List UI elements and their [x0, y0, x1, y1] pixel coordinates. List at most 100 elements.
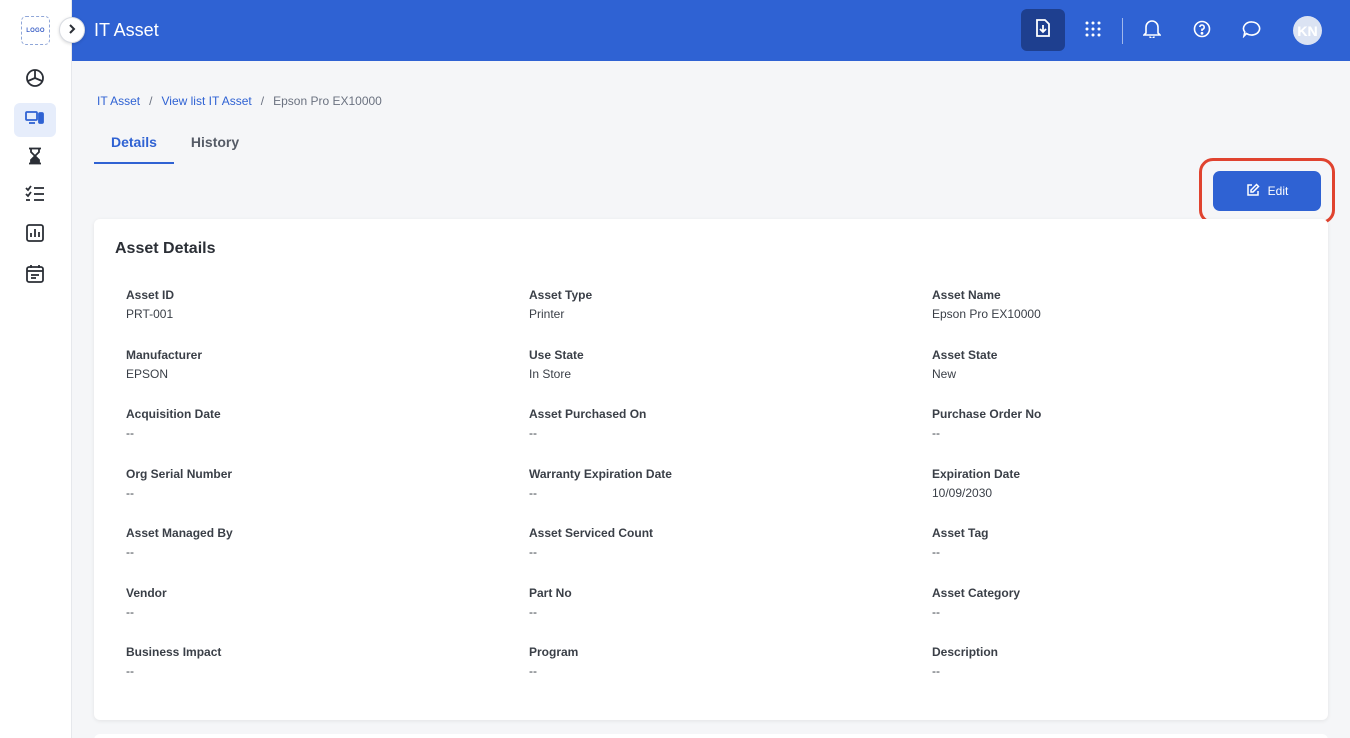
- sidebar-item-assets[interactable]: [14, 103, 56, 137]
- detail-field: Asset State New: [932, 348, 1306, 408]
- field-label: Manufacturer: [126, 347, 203, 362]
- chevron-right-icon: [67, 21, 77, 39]
- field-value: --: [126, 485, 134, 500]
- field-label: Asset Purchased On: [529, 407, 647, 421]
- detail-field: Purchase Order No --: [932, 407, 1306, 467]
- field-label: Asset ID: [126, 288, 175, 302]
- field-label: Part No: [529, 585, 572, 600]
- field-value: 10/09/2030: [932, 485, 993, 500]
- notifications-button[interactable]: [1137, 16, 1167, 46]
- field-value: --: [932, 545, 940, 559]
- asset-details-card: Asset Details Asset ID PRT-001 Asset Type P…: [94, 219, 1328, 720]
- detail-field: Asset Type Printer: [529, 288, 932, 348]
- help-icon: [1193, 20, 1211, 43]
- field-label: Vendor: [126, 585, 167, 600]
- breadcrumb-current: Epson Pro EX10000: [273, 94, 382, 108]
- sidebar-item-reports[interactable]: [14, 218, 56, 252]
- field-value: --: [126, 545, 134, 559]
- detail-field: Use State In Store: [529, 348, 932, 408]
- devices-icon: [25, 109, 45, 132]
- field-value: --: [932, 604, 940, 619]
- calendar-icon: [26, 264, 44, 288]
- detail-field: Acquisition Date --: [126, 407, 529, 467]
- breadcrumb-it-asset[interactable]: IT Asset: [97, 94, 140, 108]
- breadcrumb-separator: /: [149, 94, 153, 108]
- field-value: --: [529, 426, 537, 440]
- field-value: --: [529, 604, 537, 619]
- download-icon: [1035, 18, 1051, 42]
- field-label: Asset State: [932, 347, 998, 362]
- detail-field: Business Impact --: [126, 645, 529, 705]
- user-avatar[interactable]: KN: [1293, 16, 1322, 45]
- field-value: --: [529, 545, 537, 559]
- field-value: EPSON: [126, 366, 169, 381]
- field-value: --: [126, 426, 134, 440]
- field-label: Program: [529, 645, 579, 659]
- field-label: Expiration Date: [932, 466, 1021, 481]
- detail-field: Manufacturer EPSON: [126, 348, 529, 408]
- field-value: --: [126, 604, 134, 619]
- field-label: Asset Managed By: [126, 526, 233, 540]
- apps-button[interactable]: [1078, 16, 1108, 46]
- detail-field: Asset Tag --: [932, 526, 1306, 586]
- sidebar-item-calendar[interactable]: [14, 259, 56, 293]
- detail-field: Expiration Date 10/09/2030: [932, 467, 1306, 527]
- report-icon: [26, 223, 44, 247]
- detail-field: Asset Purchased On --: [529, 407, 932, 467]
- field-value: In Store: [529, 366, 572, 381]
- chat-button[interactable]: [1237, 16, 1267, 46]
- breadcrumb-view-list[interactable]: View list IT Asset: [161, 94, 251, 108]
- field-label: Org Serial Number: [126, 466, 233, 481]
- detail-field: Asset Serviced Count --: [529, 526, 932, 586]
- field-label: Asset Serviced Count: [529, 526, 654, 540]
- logo: LOGO: [21, 16, 50, 45]
- detail-field: Asset Name Epson Pro EX10000: [932, 288, 1306, 348]
- detail-field: Asset ID PRT-001: [126, 288, 529, 348]
- field-value: New: [932, 366, 957, 381]
- detail-field: Warranty Expiration Date --: [529, 467, 932, 527]
- breadcrumb-separator: /: [260, 94, 265, 108]
- detail-field: Org Serial Number --: [126, 467, 529, 527]
- header-divider: [1122, 18, 1123, 44]
- field-value: Printer: [529, 307, 565, 321]
- chat-icon: [1242, 20, 1262, 43]
- field-value: --: [932, 426, 940, 440]
- field-label: Warranty Expiration Date: [529, 466, 672, 481]
- edit-button-highlight: Edit: [1199, 158, 1335, 224]
- field-value: --: [529, 664, 537, 678]
- dashboard-icon: [25, 68, 45, 93]
- field-label: Asset Category: [932, 585, 1021, 600]
- download-button[interactable]: [1021, 9, 1065, 51]
- edit-button[interactable]: Edit: [1213, 171, 1321, 211]
- details-grid: Asset ID PRT-001 Asset Type Printer Asset Na…: [126, 288, 1306, 705]
- sidebar: LOGO: [0, 0, 72, 738]
- bell-icon: [1142, 19, 1162, 43]
- sidebar-item-tasks[interactable]: [14, 179, 56, 213]
- sidebar-item-dashboard[interactable]: [14, 63, 56, 97]
- sidebar-toggle-button[interactable]: [59, 17, 85, 43]
- page-title: IT Asset: [94, 20, 159, 40]
- checklist-icon: [25, 184, 45, 208]
- breadcrumb: IT Asset / View list IT Asset / Epson Pr…: [97, 94, 382, 108]
- detail-field: Asset Managed By --: [126, 526, 529, 586]
- field-label: Business Impact: [126, 645, 222, 659]
- field-value: --: [932, 664, 940, 678]
- tab-details[interactable]: Details: [94, 126, 174, 164]
- tab-bar: Details History: [94, 126, 256, 164]
- field-label: Asset Name: [932, 288, 1001, 302]
- help-button[interactable]: [1187, 16, 1217, 46]
- field-label: Use State: [529, 347, 584, 362]
- sidebar-item-pending[interactable]: [14, 141, 56, 175]
- app-root: LOGO IT Asset KN IT Asset / View list IT…: [0, 0, 1350, 738]
- detail-field: Vendor --: [126, 586, 529, 646]
- detail-field: Asset Category --: [932, 586, 1306, 646]
- edit-button-label: Edit: [1267, 184, 1289, 198]
- edit-icon: [1246, 182, 1260, 200]
- field-label: Description: [932, 645, 999, 659]
- card-title: Asset Details: [115, 240, 216, 257]
- top-header: IT Asset KN: [72, 0, 1350, 61]
- tab-history[interactable]: History: [174, 126, 256, 164]
- field-value: --: [529, 485, 537, 500]
- detail-field: Description --: [932, 645, 1306, 705]
- detail-field: Part No --: [529, 586, 932, 646]
